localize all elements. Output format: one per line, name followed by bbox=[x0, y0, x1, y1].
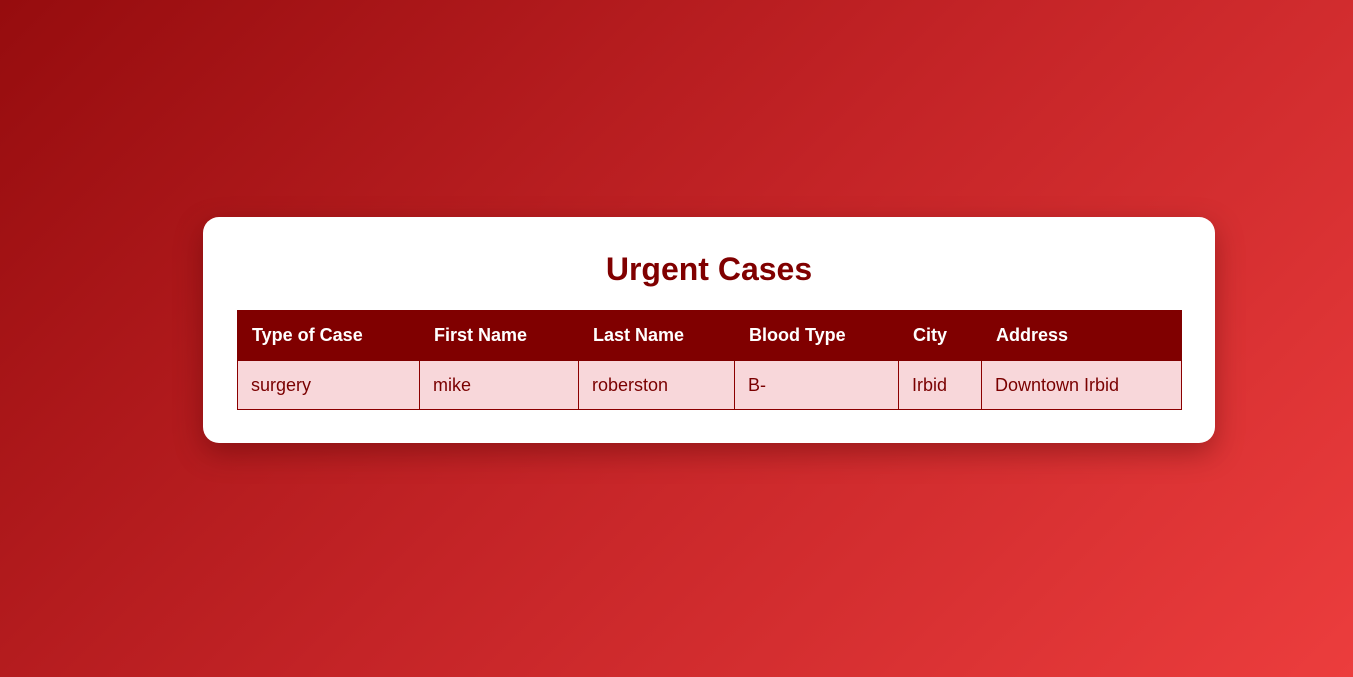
cell-type-of-case: surgery bbox=[237, 360, 420, 410]
table-row: surgery mike roberston B- Irbid Downtown… bbox=[237, 360, 1182, 410]
cell-last-name: roberston bbox=[578, 360, 735, 410]
cell-address: Downtown Irbid bbox=[981, 360, 1182, 410]
cell-city: Irbid bbox=[898, 360, 982, 410]
cell-blood-type: B- bbox=[734, 360, 899, 410]
cell-first-name: mike bbox=[419, 360, 579, 410]
table-body: surgery mike roberston B- Irbid Downtown… bbox=[237, 360, 1182, 410]
urgent-cases-table: Type of Case First Name Last Name Blood … bbox=[237, 310, 1182, 410]
column-header-address: Address bbox=[981, 310, 1182, 361]
column-header-first-name: First Name bbox=[419, 310, 579, 361]
column-header-type-of-case: Type of Case bbox=[237, 310, 420, 361]
header-row: Type of Case First Name Last Name Blood … bbox=[237, 310, 1182, 361]
column-header-last-name: Last Name bbox=[578, 310, 735, 361]
page-title: Urgent Cases bbox=[605, 251, 813, 287]
column-header-city: City bbox=[898, 310, 982, 361]
column-header-blood-type: Blood Type bbox=[734, 310, 899, 361]
urgent-cases-card: Urgent Cases Type of Case First Name Las… bbox=[203, 217, 1215, 443]
table-header: Type of Case First Name Last Name Blood … bbox=[237, 310, 1182, 361]
